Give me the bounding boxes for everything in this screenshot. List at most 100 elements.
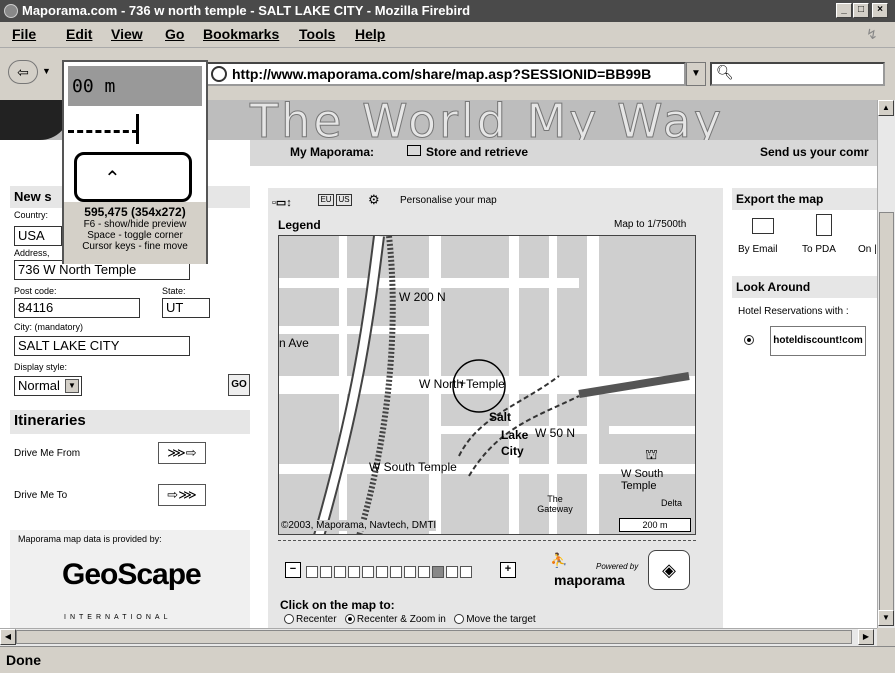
zoom-level[interactable] [390, 566, 402, 578]
menu-file[interactable]: File [12, 26, 36, 42]
copyright-text: ©2003, Maporama, Navtech, DMTI [281, 520, 437, 531]
radio-recenter[interactable] [284, 614, 294, 625]
city-input[interactable]: SALT LAKE CITY [14, 336, 190, 356]
click-map-title: Click on the map to: [280, 598, 395, 612]
recenter-option[interactable]: Recenter [284, 614, 337, 625]
legend-label[interactable]: Legend [278, 218, 321, 232]
us-button[interactable]: US [336, 194, 352, 206]
magnifier-coords: 595,475 (354x272) [84, 205, 186, 219]
display-style-label: Display style: [14, 362, 68, 372]
display-style-select[interactable]: Normal ▼ [14, 376, 82, 396]
zoom-level[interactable] [460, 566, 472, 578]
zoom-in-button[interactable]: + [500, 562, 516, 578]
lake-label: Lake [501, 428, 529, 442]
magnified-button [74, 152, 192, 202]
window-title: Maporama.com - 736 w north temple - SALT… [22, 3, 471, 18]
vertical-scroll-thumb[interactable] [879, 212, 894, 622]
send-comments-link[interactable]: Send us your comr [760, 145, 869, 159]
menu-bookmarks[interactable]: Bookmarks [203, 26, 279, 42]
hotel-label: Hotel Reservations with : [738, 306, 849, 317]
url-bar[interactable]: http://www.maporama.com/share/map.asp?SE… [206, 62, 686, 86]
personalise-link[interactable]: Personalise your map [400, 195, 497, 206]
radio-recenter-zoom[interactable] [344, 614, 355, 625]
south-temple-right-label: W South Temple [621, 468, 664, 492]
folder-icon [407, 145, 421, 156]
menu-help[interactable]: Help [355, 26, 385, 42]
hotel-radio[interactable] [744, 334, 756, 346]
magnifier-info: 595,475 (354x272) F6 - show/hide preview… [64, 202, 206, 264]
url-dropdown-button[interactable]: ▼ [686, 62, 706, 86]
menu-go[interactable]: Go [165, 26, 184, 42]
scroll-up-button[interactable]: ▲ [878, 100, 894, 116]
email-icon[interactable] [752, 218, 774, 234]
zoom-out-button[interactable]: − [285, 562, 301, 578]
eu-button[interactable]: EU [318, 194, 334, 206]
state-label: State: [162, 286, 186, 296]
zoom-level[interactable] [362, 566, 374, 578]
scale-bar: 200 m [619, 518, 691, 532]
horizontal-scrollbar[interactable]: ◀ ▶ [0, 628, 877, 646]
search-box[interactable]: 🔍︎ [710, 62, 885, 86]
zoom-level[interactable] [446, 566, 458, 578]
back-button[interactable]: ⇦ [8, 60, 38, 84]
drive-to-button[interactable]: ⇨⋙ [158, 484, 206, 506]
country-select[interactable]: USA [14, 226, 62, 246]
menu-view[interactable]: View [111, 26, 143, 42]
scroll-left-button[interactable]: ◀ [0, 629, 16, 645]
ave-label: n Ave [279, 336, 309, 350]
minimize-button[interactable]: _ [836, 3, 852, 18]
map-size-icon[interactable]: ▫▭↕ [272, 196, 292, 209]
zoom-level[interactable] [376, 566, 388, 578]
zoom-level[interactable] [306, 566, 318, 578]
zoom-level[interactable] [418, 566, 430, 578]
my-maporama-link[interactable]: My Maporama: [290, 145, 374, 159]
search-icon: 🔍︎ [716, 64, 734, 80]
pda-icon[interactable] [816, 214, 832, 236]
powered-by-label: Powered by [596, 562, 639, 571]
chevron-down-icon: ▼ [65, 379, 79, 393]
close-button[interactable]: × [872, 3, 888, 18]
drive-from-button[interactable]: ⋙⇨ [158, 442, 206, 464]
zoom-level[interactable] [334, 566, 346, 578]
magnifier-hint: F6 - show/hide preview [83, 219, 187, 230]
go-button[interactable]: GO [228, 374, 250, 396]
geoscape-logo[interactable]: GeoScape [62, 558, 202, 592]
store-retrieve-link[interactable]: Store and retrieve [426, 145, 528, 159]
back-dropdown-icon[interactable]: ▼ [42, 66, 51, 76]
zoom-level[interactable] [404, 566, 416, 578]
scroll-down-button[interactable]: ▼ [878, 610, 894, 626]
firebird-app-icon [4, 4, 18, 18]
radio-move-target[interactable] [454, 614, 465, 625]
zoom-level[interactable] [320, 566, 332, 578]
magnifier-hint: Space - toggle corner [87, 230, 183, 241]
map-view[interactable]: W North Temple W 200 N Salt Lake City W … [278, 235, 696, 535]
drive-to-label: Drive Me To [14, 490, 68, 501]
state-input[interactable]: UT [162, 298, 210, 318]
drive-from-label: Drive Me From [14, 448, 81, 459]
menu-edit[interactable]: Edit [66, 26, 92, 42]
move-target-option[interactable]: Move the target [454, 614, 536, 625]
horizontal-scroll-thumb[interactable] [16, 630, 852, 644]
magnified-text: 00 m [72, 76, 116, 97]
zoom-level[interactable] [348, 566, 360, 578]
scroll-right-button[interactable]: ▶ [858, 629, 874, 645]
w50n-label: W 50 N [535, 426, 576, 440]
pan-control[interactable]: ◈ [648, 550, 690, 590]
on-link[interactable]: On | [858, 244, 877, 255]
vertical-scrollbar[interactable]: ▲ ▼ [877, 100, 895, 628]
magnifier-preview: 00 m ⌃ 595,475 (354x272) F6 - show/hide … [62, 60, 208, 264]
by-email-link[interactable]: By Email [738, 244, 777, 255]
url-text: http://www.maporama.com/share/map.asp?SE… [232, 66, 652, 82]
gateway-label: The Gateway [537, 494, 573, 514]
recenter-zoom-option[interactable]: Recenter & Zoom in [344, 614, 446, 625]
delta-label: Delta [661, 498, 683, 508]
hoteldiscount-logo[interactable]: hoteldiscount!com [770, 326, 866, 356]
menu-tools[interactable]: Tools [299, 26, 335, 42]
south-temple-label: W South Temple [369, 460, 457, 474]
maximize-button[interactable]: □ [853, 3, 869, 18]
to-pda-link[interactable]: To PDA [802, 244, 836, 255]
postcode-input[interactable]: 84116 [14, 298, 140, 318]
magnified-arrow-icon: ⌃ [104, 168, 121, 190]
zoom-levels [306, 566, 472, 578]
zoom-level-current[interactable] [432, 566, 444, 578]
